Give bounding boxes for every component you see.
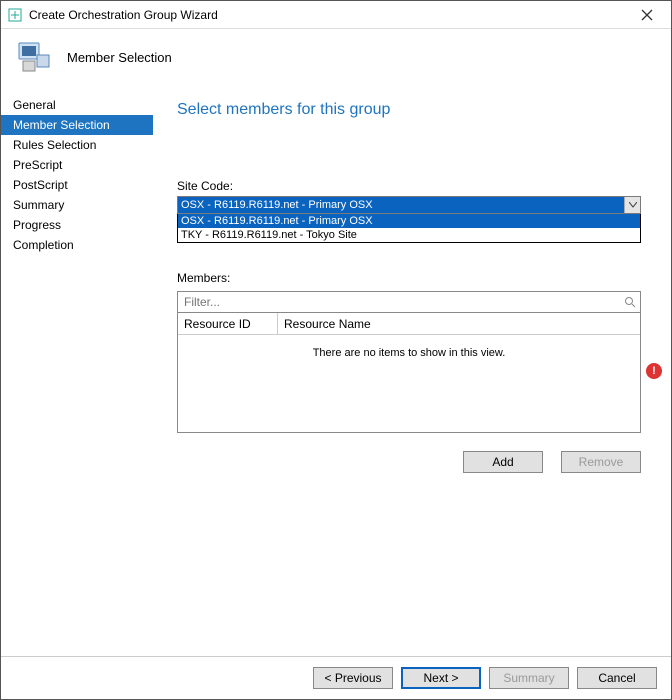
search-icon — [624, 296, 636, 308]
wizard-main: Select members for this group Site Code:… — [153, 93, 671, 656]
sidebar-item-member-selection[interactable]: Member Selection — [1, 115, 153, 135]
sidebar-item-rules-selection[interactable]: Rules Selection — [1, 135, 153, 155]
add-button[interactable]: Add — [463, 451, 543, 473]
sidebar-item-completion[interactable]: Completion — [1, 235, 153, 255]
window-title: Create Orchestration Group Wizard — [29, 8, 629, 22]
filter-input[interactable] — [182, 294, 624, 310]
site-code-option-osx[interactable]: OSX - R6119.R6119.net - Primary OSX — [178, 214, 640, 228]
sidebar-item-progress[interactable]: Progress — [1, 215, 153, 235]
wizard-header: Member Selection — [1, 29, 671, 93]
wizard-icon — [13, 37, 53, 77]
column-resource-name[interactable]: Resource Name — [278, 313, 640, 334]
wizard-sidebar: General Member Selection Rules Selection… — [1, 93, 153, 656]
titlebar: Create Orchestration Group Wizard — [1, 1, 671, 29]
wizard-step-title: Member Selection — [67, 50, 172, 65]
page-title: Select members for this group — [177, 101, 641, 119]
sidebar-item-general[interactable]: General — [1, 95, 153, 115]
sidebar-item-postscript[interactable]: PostScript — [1, 175, 153, 195]
error-icon: ! — [646, 363, 662, 379]
members-filter[interactable] — [177, 291, 641, 313]
members-table: Resource ID Resource Name There are no i… — [177, 313, 641, 433]
site-code-label: Site Code: — [177, 179, 641, 193]
wizard-window: Create Orchestration Group Wizard Member… — [0, 0, 672, 700]
members-actions: Add Remove — [177, 451, 641, 473]
members-table-header: Resource ID Resource Name — [178, 313, 640, 335]
previous-button[interactable]: < Previous — [313, 667, 393, 689]
site-code-option-tky[interactable]: TKY - R6119.R6119.net - Tokyo Site — [178, 228, 640, 242]
cancel-button[interactable]: Cancel — [577, 667, 657, 689]
sidebar-item-prescript[interactable]: PreScript — [1, 155, 153, 175]
sidebar-item-summary[interactable]: Summary — [1, 195, 153, 215]
app-icon — [7, 7, 23, 23]
next-button[interactable]: Next > — [401, 667, 481, 689]
wizard-footer: < Previous Next > Summary Cancel — [1, 656, 671, 699]
site-code-selected-text: OSX - R6119.R6119.net - Primary OSX — [181, 199, 373, 211]
close-button[interactable] — [629, 1, 665, 28]
members-label: Members: — [177, 271, 641, 285]
wizard-body: General Member Selection Rules Selection… — [1, 93, 671, 656]
site-code-dropdown: OSX - R6119.R6119.net - Primary OSX TKY … — [177, 214, 641, 243]
members-empty-message: There are no items to show in this view. — [178, 335, 640, 359]
chevron-down-icon — [624, 197, 640, 213]
site-code-combobox[interactable]: OSX - R6119.R6119.net - Primary OSX — [177, 196, 641, 214]
column-resource-id[interactable]: Resource ID — [178, 313, 278, 334]
remove-button: Remove — [561, 451, 641, 473]
summary-button: Summary — [489, 667, 569, 689]
